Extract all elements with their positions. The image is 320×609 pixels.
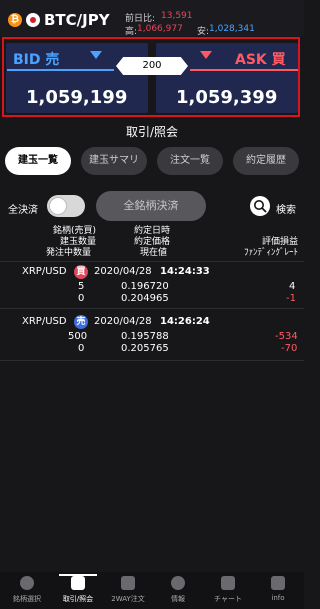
col-symbol: 銘柄(売買): [53, 226, 97, 236]
nav-info[interactable]: 情報: [153, 576, 203, 604]
buy-badge: 買: [74, 265, 88, 279]
position-exec-price: 0.195788: [121, 331, 169, 342]
position-pending: 0: [78, 343, 85, 354]
chevron-down-icon: [90, 51, 102, 59]
position-symbol[interactable]: XRP/USD: [22, 316, 67, 327]
settle-all-label: 全決済: [8, 205, 38, 216]
nav-2way-order[interactable]: 2WAY注文: [103, 576, 153, 604]
position-pnl: -534: [275, 331, 298, 342]
nav-label: チャート: [214, 595, 242, 603]
position-qty: 500: [68, 331, 88, 342]
globe-icon: [20, 576, 34, 590]
nav-label: 銘柄選択: [13, 595, 41, 603]
nav-trade-inquiry[interactable]: 取引/照会: [53, 576, 103, 604]
search-label[interactable]: 検索: [276, 201, 296, 216]
search-icon[interactable]: [250, 196, 270, 216]
page-title: 取引/照会: [125, 125, 179, 139]
position-time: 14:26:24: [160, 316, 210, 327]
position-qty: 5: [78, 281, 85, 292]
nav-label: info: [271, 594, 285, 602]
bid-line: [7, 69, 114, 71]
grid-icon: [271, 576, 285, 590]
nav-label: 2WAY注文: [111, 595, 145, 603]
ask-label: ASK 買: [235, 52, 286, 68]
position-pending: 0: [78, 293, 85, 304]
divider: [0, 308, 304, 309]
high-value: 1,066,977: [137, 24, 183, 34]
prev-day-label: 前日比:: [125, 14, 156, 24]
tab-position-summary[interactable]: 建玉サマリ: [81, 147, 147, 175]
bid-label: BID 売: [13, 52, 60, 68]
low-value: 1,028,341: [209, 24, 255, 34]
ask-line: [190, 69, 298, 71]
bid-price[interactable]: 1,059,199: [26, 87, 127, 108]
position-funding: -1: [286, 293, 296, 304]
nav-symbol-select[interactable]: 銘柄選択: [2, 576, 52, 604]
tab-positions[interactable]: 建玉一覧: [5, 147, 71, 175]
info-circle-icon: [171, 576, 185, 590]
position-symbol[interactable]: XRP/USD: [22, 266, 67, 277]
transfer-icon: [71, 576, 85, 590]
high-label: 高:: [125, 27, 138, 37]
position-funding: -70: [281, 343, 298, 354]
low-label: 安:: [197, 27, 210, 37]
col-pnl: 評価損益: [262, 237, 299, 247]
divider: [0, 360, 304, 361]
position-time: 14:24:33: [160, 266, 210, 277]
chart-icon: [221, 576, 235, 590]
col-exec-datetime: 約定日時: [134, 226, 171, 236]
toggle-knob: [49, 197, 67, 215]
col-exec-price: 約定価格: [134, 237, 171, 247]
position-current: 0.204965: [121, 293, 169, 304]
tab-orders[interactable]: 注文一覧: [157, 147, 223, 175]
position-exec-price: 0.196720: [121, 281, 169, 292]
ask-price[interactable]: 1,059,399: [176, 87, 277, 108]
chevron-down-icon: [200, 51, 212, 59]
nav-label: 取引/照会: [62, 595, 94, 603]
nav-menu[interactable]: info: [253, 576, 303, 602]
sell-badge: 売: [74, 315, 88, 329]
currency-pair[interactable]: BTC/JPY: [44, 11, 110, 29]
col-funding: ﾌｧﾝﾃﾞｨﾝｸﾞﾚｰﾄ: [244, 248, 299, 258]
position-current: 0.205765: [121, 343, 169, 354]
nav-chart[interactable]: チャート: [203, 576, 253, 604]
two-way-icon: [121, 576, 135, 590]
col-current: 現在値: [140, 248, 168, 258]
col-pending: 発注中数量: [46, 248, 92, 258]
position-pnl: 4: [289, 281, 296, 292]
prev-day-value: 13,591: [161, 11, 193, 21]
bitcoin-icon: ₿: [8, 13, 22, 27]
japan-flag-icon: [26, 13, 40, 27]
position-date: 2020/04/28: [94, 316, 152, 327]
tab-execution-history[interactable]: 約定履歴: [233, 147, 299, 175]
col-qty: 建玉数量: [60, 237, 97, 247]
position-date: 2020/04/28: [94, 266, 152, 277]
divider: [0, 261, 304, 262]
nav-label: 情報: [171, 595, 185, 603]
spread-badge: 200: [116, 57, 188, 75]
settle-all-button[interactable]: 全銘柄決済: [96, 191, 206, 221]
